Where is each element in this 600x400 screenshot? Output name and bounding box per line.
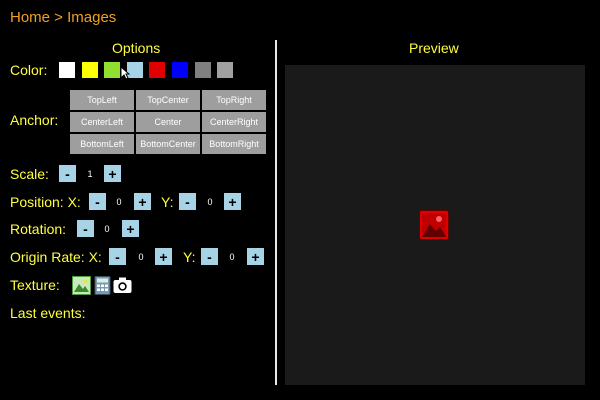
- origin-y-value: 0: [229, 252, 235, 262]
- rotation-minus-button[interactable]: -: [77, 220, 94, 237]
- anchor-button-bottomleft[interactable]: BottomLeft: [70, 134, 134, 154]
- anchor-label: Anchor:: [10, 112, 59, 128]
- rotation-label: Rotation:: [10, 221, 67, 237]
- color-swatch[interactable]: [216, 61, 234, 79]
- color-label: Color:: [10, 62, 48, 78]
- origin-x-label: Origin Rate: X:: [10, 249, 102, 265]
- scale-minus-button[interactable]: -: [59, 165, 76, 182]
- anchor-button-topleft[interactable]: TopLeft: [70, 90, 134, 110]
- scale-value: 1: [87, 169, 93, 179]
- scale-label: Scale:: [10, 166, 49, 182]
- anchor-button-center[interactable]: Center: [136, 112, 200, 132]
- position-x-value: 0: [116, 197, 122, 207]
- panel-divider: [275, 40, 277, 385]
- origin-y-plus-button[interactable]: +: [247, 248, 264, 265]
- origin-y-minus-button[interactable]: -: [201, 248, 218, 265]
- anchor-button-bottomcenter[interactable]: BottomCenter: [136, 134, 200, 154]
- position-y-label: Y:: [161, 194, 174, 210]
- image-icon[interactable]: [72, 276, 91, 295]
- texture-label: Texture:: [10, 277, 60, 293]
- anchor-button-bottomright[interactable]: BottomRight: [202, 134, 266, 154]
- anchor-button-centerleft[interactable]: CenterLeft: [70, 112, 134, 132]
- scale-plus-button[interactable]: +: [104, 165, 121, 182]
- position-y-plus-button[interactable]: +: [224, 193, 241, 210]
- color-swatch[interactable]: [171, 61, 189, 79]
- position-x-label: Position: X:: [10, 194, 81, 210]
- last-events-label: Last events:: [10, 305, 86, 321]
- anchor-button-centerright[interactable]: CenterRight: [202, 112, 266, 132]
- rotation-value: 0: [104, 224, 110, 234]
- camera-icon[interactable]: [113, 276, 132, 295]
- color-swatch[interactable]: [194, 61, 212, 79]
- origin-y-label: Y:: [183, 249, 196, 265]
- origin-x-value: 0: [138, 252, 144, 262]
- anchor-button-topright[interactable]: TopRight: [202, 90, 266, 110]
- color-swatch[interactable]: [81, 61, 99, 79]
- position-x-plus-button[interactable]: +: [134, 193, 151, 210]
- preview-title: Preview: [409, 40, 459, 56]
- color-swatch[interactable]: [103, 61, 121, 79]
- position-y-minus-button[interactable]: -: [179, 193, 196, 210]
- rotation-plus-button[interactable]: +: [122, 220, 139, 237]
- mouse-cursor-icon: [120, 66, 130, 80]
- anchor-button-topcenter[interactable]: TopCenter: [136, 90, 200, 110]
- calculator-icon[interactable]: [93, 276, 112, 295]
- color-swatch[interactable]: [148, 61, 166, 79]
- breadcrumb[interactable]: Home > Images: [10, 9, 116, 26]
- preview-image-icon: [419, 210, 449, 240]
- origin-x-plus-button[interactable]: +: [155, 248, 172, 265]
- options-title: Options: [112, 40, 161, 56]
- position-x-minus-button[interactable]: -: [89, 193, 106, 210]
- position-y-value: 0: [207, 197, 213, 207]
- color-swatch[interactable]: [58, 61, 76, 79]
- origin-x-minus-button[interactable]: -: [109, 248, 126, 265]
